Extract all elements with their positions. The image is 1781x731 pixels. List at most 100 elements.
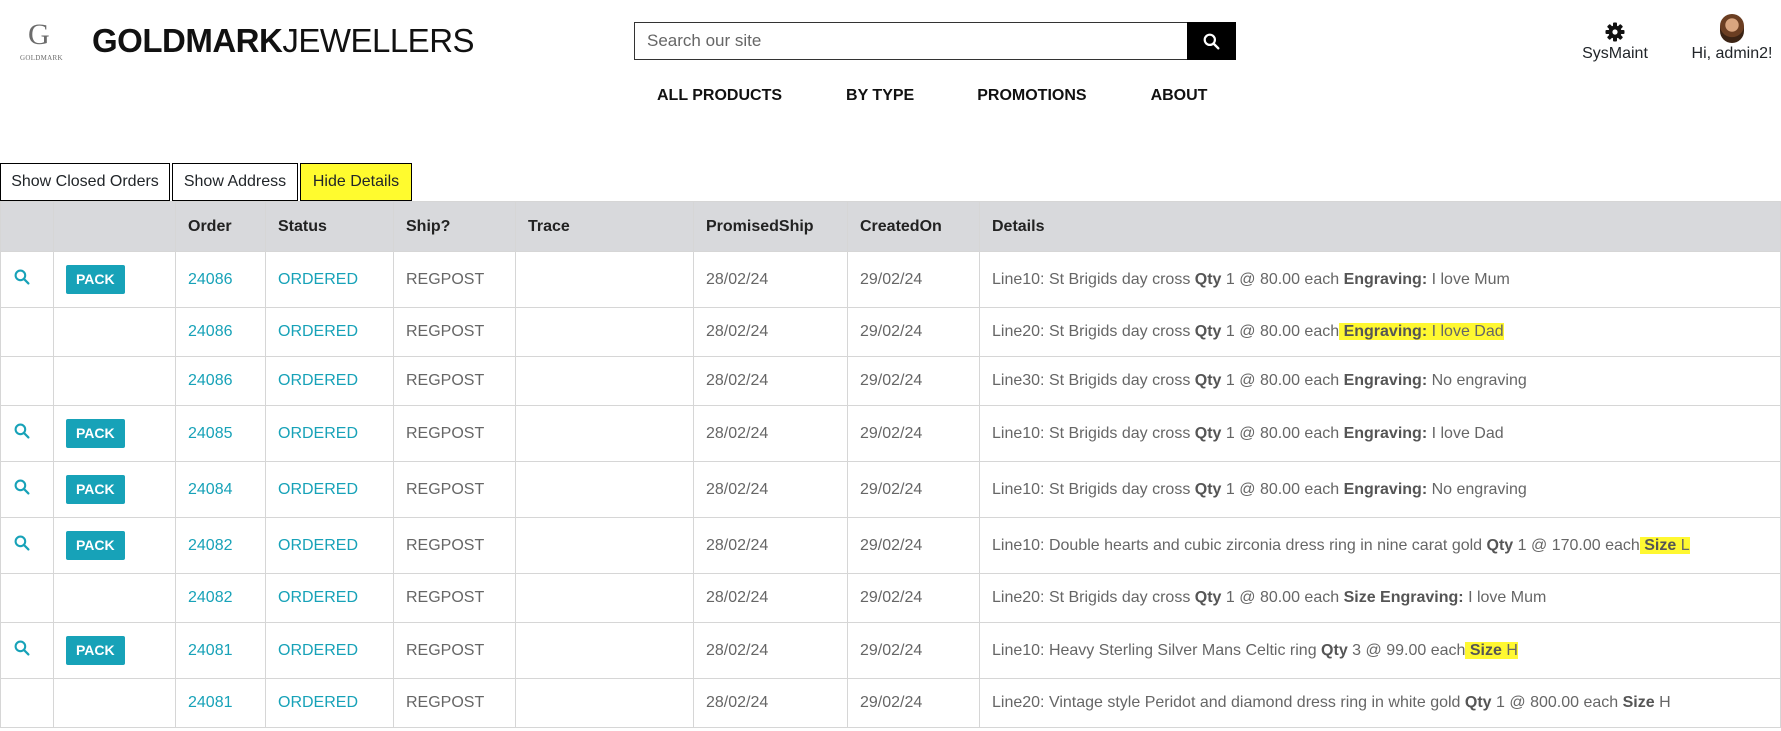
col-header-order[interactable]: Order xyxy=(175,201,266,252)
line-extra: Engraving: No engraving xyxy=(1339,481,1527,498)
extra-label: Engraving: xyxy=(1343,323,1428,340)
promised-ship-date: 28/02/24 xyxy=(693,251,848,308)
logo[interactable]: G GOLDMARK GOLDMARKJEWELLERS xyxy=(20,18,475,64)
view-cell[interactable] xyxy=(0,622,54,679)
order-number[interactable]: 24084 xyxy=(175,461,266,518)
col-header-promisedship[interactable]: PromisedShip xyxy=(693,201,848,252)
line-description: Line20: St Brigids day cross xyxy=(992,323,1191,340)
brand-name-light: JEWELLERS xyxy=(282,22,475,59)
pack-button[interactable]: PACK xyxy=(66,419,125,448)
extra-label: Size Engraving: xyxy=(1343,589,1464,606)
col-header-status[interactable]: Status xyxy=(265,201,394,252)
line-description: Line20: Vintage style Peridot and diamon… xyxy=(992,694,1461,711)
table-row: PACK 24084 ORDERED REGPOST 28/02/24 29/02/24 L… xyxy=(0,461,1781,518)
created-on-date: 29/02/24 xyxy=(847,622,980,679)
extra-label: Engraving: xyxy=(1343,372,1428,389)
orders-table: Order Status Ship? Trace PromisedShip Cr… xyxy=(0,201,1781,728)
qty-value: 1 @ 80.00 each xyxy=(1225,480,1340,498)
extra-value: I love Mum xyxy=(1431,270,1510,288)
order-status[interactable]: ORDERED xyxy=(265,622,394,679)
line-extra: Engraving: I love Dad xyxy=(1339,425,1504,442)
order-number[interactable]: 24086 xyxy=(175,251,266,308)
ship-method: REGPOST xyxy=(393,622,516,679)
order-status[interactable]: ORDERED xyxy=(265,573,394,623)
line-description: Line30: St Brigids day cross xyxy=(992,372,1191,389)
qty-label: Qty xyxy=(1321,641,1348,659)
table-row: PACK 24085 ORDERED REGPOST 28/02/24 29/02/24 L… xyxy=(0,405,1781,462)
avatar xyxy=(1720,14,1744,43)
action-cell xyxy=(53,678,176,728)
order-number[interactable]: 24081 xyxy=(175,678,266,728)
order-status[interactable]: ORDERED xyxy=(265,517,394,574)
order-line-details: Line10: St Brigids day cross Qty 1 @ 80.… xyxy=(979,251,1781,308)
created-on-date: 29/02/24 xyxy=(847,405,980,462)
line-extra: Engraving: I love Dad xyxy=(1339,323,1504,340)
extra-value: No engraving xyxy=(1431,480,1527,498)
qty-label: Qty xyxy=(1486,536,1514,554)
search-button[interactable] xyxy=(1187,22,1236,60)
promised-ship-date: 28/02/24 xyxy=(693,405,848,462)
show-address-button[interactable]: Show Address xyxy=(172,163,298,201)
line-description: Line20: St Brigids day cross xyxy=(992,589,1191,606)
order-status[interactable]: ORDERED xyxy=(265,251,394,308)
order-number[interactable]: 24081 xyxy=(175,622,266,679)
action-cell xyxy=(53,307,176,357)
view-order-icon xyxy=(14,269,30,285)
order-number[interactable]: 24082 xyxy=(175,573,266,623)
ship-method: REGPOST xyxy=(393,573,516,623)
hide-details-button[interactable]: Hide Details xyxy=(300,163,412,201)
qty-value: 1 @ 80.00 each xyxy=(1225,424,1340,442)
promised-ship-date: 28/02/24 xyxy=(693,356,848,406)
qty-value: 1 @ 80.00 each xyxy=(1225,323,1340,340)
view-cell[interactable] xyxy=(0,251,54,308)
nav-by-type[interactable]: BY TYPE xyxy=(846,87,914,105)
main-nav: ALL PRODUCTS BY TYPE PROMOTIONS ABOUT xyxy=(657,87,1271,105)
table-row: 24086 ORDERED REGPOST 28/02/24 29/02/24 Line3… xyxy=(0,356,1781,406)
order-number[interactable]: 24082 xyxy=(175,517,266,574)
trace xyxy=(515,678,694,728)
qty-value: 1 @ 80.00 each xyxy=(1225,589,1340,606)
nav-about[interactable]: ABOUT xyxy=(1151,87,1208,105)
brand-name: GOLDMARKJEWELLERS xyxy=(92,22,475,60)
view-order-icon xyxy=(14,535,30,551)
pack-button[interactable]: PACK xyxy=(66,636,125,665)
table-row: 24086 ORDERED REGPOST 28/02/24 29/02/24 Line2… xyxy=(0,307,1781,357)
extra-value: L xyxy=(1680,536,1690,554)
sysmaint-link[interactable]: SysMaint xyxy=(1566,22,1664,63)
order-number[interactable]: 24085 xyxy=(175,405,266,462)
qty-value: 1 @ 800.00 each xyxy=(1496,694,1619,711)
view-cell[interactable] xyxy=(0,461,54,518)
nav-all-products[interactable]: ALL PRODUCTS xyxy=(657,87,782,105)
trace xyxy=(515,251,694,308)
pack-button[interactable]: PACK xyxy=(66,265,125,294)
view-cell[interactable] xyxy=(0,405,54,462)
brand-name-bold: GOLDMARK xyxy=(92,22,283,59)
pack-button[interactable]: PACK xyxy=(66,475,125,504)
show-closed-orders-button[interactable]: Show Closed Orders xyxy=(0,163,170,201)
order-status[interactable]: ORDERED xyxy=(265,678,394,728)
pack-button[interactable]: PACK xyxy=(66,531,125,560)
col-header-trace[interactable]: Trace xyxy=(515,201,694,252)
line-description: Line10: Heavy Sterling Silver Mans Celti… xyxy=(992,641,1317,659)
order-status[interactable]: ORDERED xyxy=(265,461,394,518)
order-status[interactable]: ORDERED xyxy=(265,405,394,462)
col-header-createdon[interactable]: CreatedOn xyxy=(847,201,980,252)
search-input[interactable] xyxy=(634,22,1187,60)
user-menu[interactable]: Hi, admin2! xyxy=(1686,14,1778,63)
qty-label: Qty xyxy=(1194,480,1222,498)
action-cell: PACK xyxy=(53,461,176,518)
col-header-details[interactable]: Details xyxy=(979,201,1781,252)
col-header-ship[interactable]: Ship? xyxy=(393,201,516,252)
nav-promotions[interactable]: PROMOTIONS xyxy=(977,87,1086,105)
extra-label: Engraving: xyxy=(1343,480,1428,498)
extra-label: Size xyxy=(1469,641,1502,659)
order-number[interactable]: 24086 xyxy=(175,356,266,406)
order-status[interactable]: ORDERED xyxy=(265,307,394,357)
view-cell[interactable] xyxy=(0,517,54,574)
order-line-details: Line20: St Brigids day cross Qty 1 @ 80.… xyxy=(979,573,1781,623)
order-number[interactable]: 24086 xyxy=(175,307,266,357)
user-greeting: Hi, admin2! xyxy=(1691,45,1773,62)
promised-ship-date: 28/02/24 xyxy=(693,307,848,357)
promised-ship-date: 28/02/24 xyxy=(693,461,848,518)
order-status[interactable]: ORDERED xyxy=(265,356,394,406)
